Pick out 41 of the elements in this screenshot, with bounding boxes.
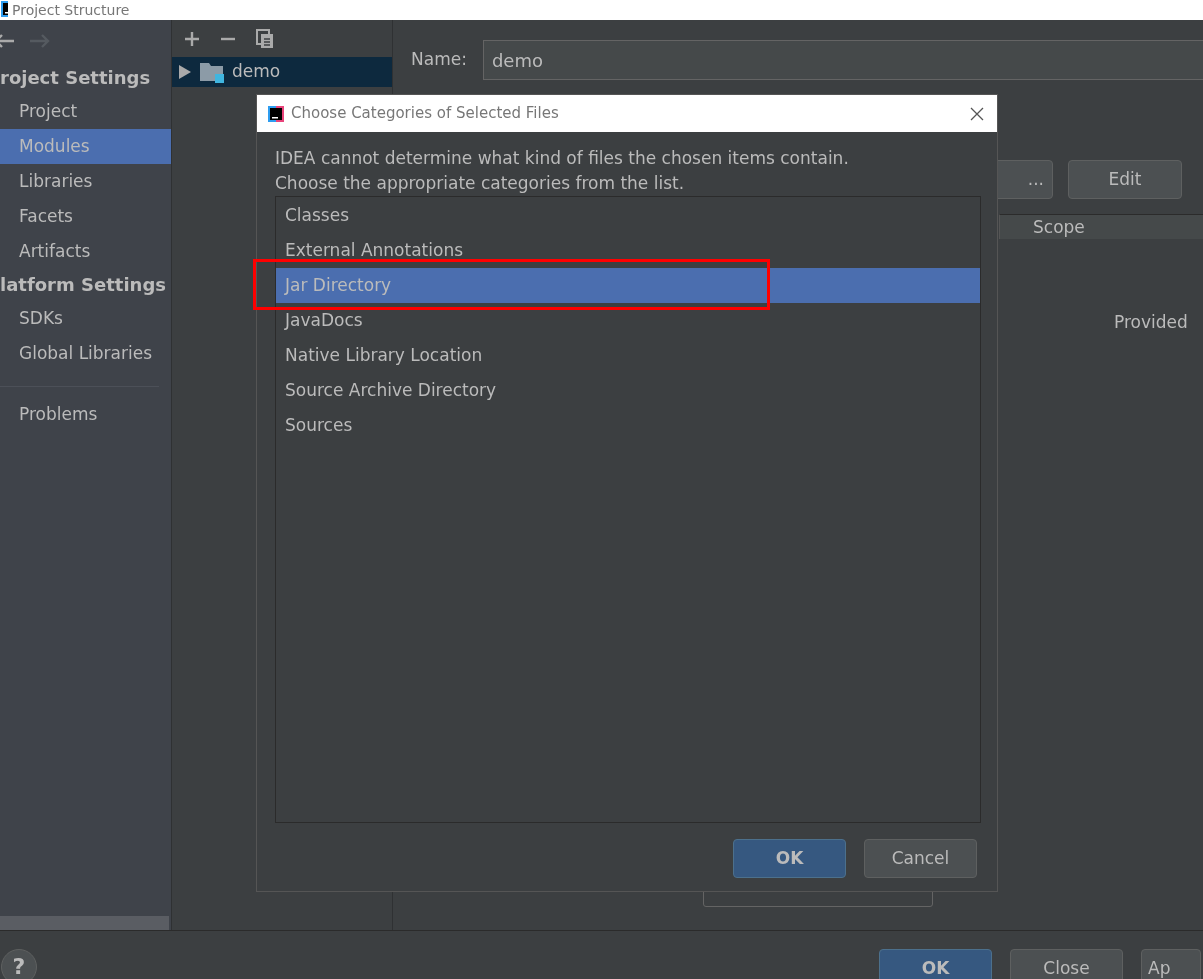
close-icon[interactable]	[969, 105, 985, 122]
name-field[interactable]: demo	[482, 40, 1203, 80]
button[interactable]: Edit	[1068, 160, 1182, 199]
button[interactable]: OK	[733, 839, 846, 878]
column-header: Scope	[1033, 217, 1085, 237]
button[interactable]: Close	[1010, 949, 1123, 979]
sidebar-item[interactable]: SDKs	[0, 301, 171, 336]
button[interactable]: Cancel	[864, 839, 977, 878]
list-item[interactable]: Classes	[276, 198, 980, 233]
sidebar-item[interactable]: Facets	[0, 199, 171, 234]
tree-item-label: demo	[232, 60, 281, 84]
dialog-title: Choose Categories of Selected Files	[291, 103, 560, 125]
message-text: Choose the appropriate categories from the list.	[275, 172, 686, 195]
section-heading: latform Settings	[0, 273, 167, 297]
expand-arrow-icon[interactable]	[178, 65, 192, 79]
sidebar-item[interactable]: Artifacts	[0, 234, 171, 269]
help-button[interactable]: ?	[1, 949, 37, 979]
sidebar-item[interactable]: Modules	[0, 129, 171, 164]
sidebar-item[interactable]: Libraries	[0, 164, 171, 199]
button[interactable]: OK	[879, 949, 992, 979]
sidebar-item[interactable]: Global Libraries	[0, 336, 171, 371]
tree-row[interactable]: demo	[172, 57, 392, 87]
list-item[interactable]: Jar Directory	[276, 268, 980, 303]
add-icon[interactable]	[184, 30, 200, 47]
list-item[interactable]: JavaDocs	[276, 303, 980, 338]
table-cell-text: Provided	[1114, 311, 1188, 334]
list-item[interactable]: External Annotations	[276, 233, 980, 268]
section-heading: roject Settings	[0, 66, 152, 90]
folder-icon	[200, 61, 224, 83]
field-label: Name:	[411, 48, 467, 72]
copy-icon[interactable]	[256, 28, 274, 49]
sidebar-item[interactable]: Project	[0, 94, 171, 129]
list-item[interactable]: Source Archive Directory	[276, 373, 980, 408]
horizontal-scrollbar[interactable]	[0, 916, 169, 930]
message-text: IDEA cannot determine what kind of files the chosen items contain.	[275, 147, 850, 170]
sidebar-item[interactable]: Problems	[0, 397, 171, 432]
list-item[interactable]: Sources	[276, 408, 980, 443]
app-logo-icon	[267, 104, 285, 123]
list-item[interactable]: Native Library Location	[276, 338, 980, 373]
button[interactable]: Ap	[1141, 949, 1201, 979]
window-title: Project Structure	[12, 1, 130, 20]
